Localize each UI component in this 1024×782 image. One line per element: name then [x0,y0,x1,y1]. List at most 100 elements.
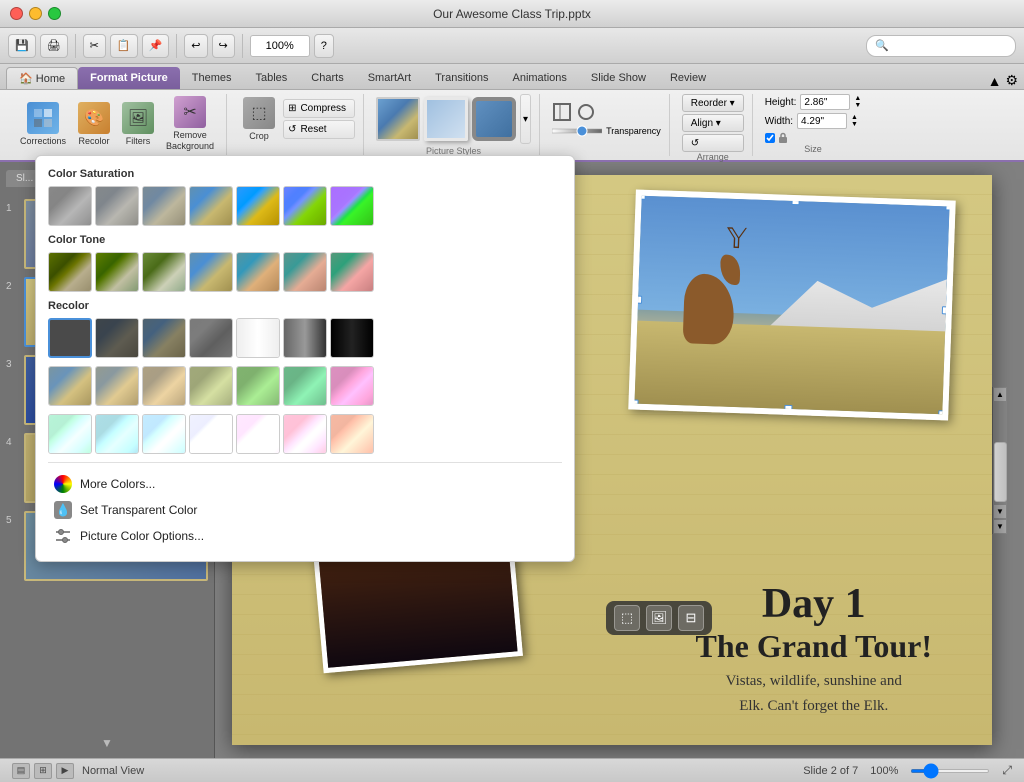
remove-background-button[interactable]: ✂ RemoveBackground [162,94,218,154]
more-colors-item[interactable]: More Colors... [48,471,562,497]
tab-home[interactable]: 🏠 Home [6,67,78,89]
vertical-scrollbar[interactable]: ▲ ▼ ▼ [992,387,1007,534]
tone-swatch-1[interactable] [95,252,139,292]
lock-ratio-checkbox[interactable] [765,133,775,143]
compress-button[interactable]: ⊞ Compress [283,99,355,118]
saturation-swatch-3[interactable] [189,186,233,226]
reorder-button[interactable]: Reorder ▾ [682,94,744,112]
set-transparent-item[interactable]: 💧 Set Transparent Color [48,497,562,523]
tab-review[interactable]: Review [658,67,718,89]
close-button[interactable] [10,7,23,20]
filters-button[interactable]: 🖼 Filters [118,100,158,148]
handle-tr[interactable] [945,202,953,210]
tab-smartart[interactable]: SmartArt [356,67,423,89]
recolor-swatch-original[interactable] [48,318,92,358]
height-stepper[interactable]: ▲ ▼ [854,95,861,109]
recolor-swatch-b1[interactable] [48,366,92,406]
align-button[interactable]: Align ▾ [682,114,744,132]
picture-color-options-item[interactable]: Picture Color Options... [48,523,562,549]
tone-swatch-4[interactable] [236,252,280,292]
recolor-swatch-b6[interactable] [283,366,327,406]
saturation-swatch-2[interactable] [142,186,186,226]
save-button[interactable]: 💾 [8,34,36,58]
recolor-button[interactable]: 🎨 Recolor [74,100,114,148]
rotate-button[interactable]: ↺ [682,134,744,152]
maximize-button[interactable] [48,7,61,20]
recolor-swatch-b5[interactable] [236,366,280,406]
recolor-swatch-5[interactable] [283,318,327,358]
handle-bl[interactable] [630,399,638,407]
recolor-swatch-4[interactable] [236,318,280,358]
zoom-input[interactable]: 100% [250,35,310,57]
canvas-tb-btn-1[interactable]: ⬚ [614,605,640,631]
tab-animations[interactable]: Animations [501,67,579,89]
recolor-swatch-3[interactable] [189,318,233,358]
search-input[interactable] [866,35,1016,57]
recolor-swatch-c7[interactable] [330,414,374,454]
recolor-swatch-b2[interactable] [95,366,139,406]
more-styles-button[interactable]: ▾ [520,94,531,144]
zoom-slider[interactable] [910,769,990,773]
presenter-view-button[interactable]: ▶ [56,763,74,779]
fit-window-button[interactable]: ⤢ [1002,763,1012,778]
redo-button[interactable]: ↪ [212,34,235,58]
window-controls[interactable] [10,7,61,20]
recolor-swatch-c2[interactable] [95,414,139,454]
saturation-swatch-6[interactable] [330,186,374,226]
copy-button[interactable]: 📋 [110,34,138,58]
help-button[interactable]: ? [314,34,334,58]
corrections-button[interactable]: Corrections [16,100,70,148]
tone-swatch-6[interactable] [330,252,374,292]
slide-day-text[interactable]: Day 1 [695,580,932,628]
width-stepper[interactable]: ▲ ▼ [851,114,858,128]
saturation-swatch-4[interactable] [236,186,280,226]
print-button[interactable]: 🖨 [40,34,68,58]
elk-photo[interactable]: 𝕐 [628,189,955,420]
paste-button[interactable]: 📌 [142,34,170,58]
scroll-up-arrow[interactable]: ▲ [993,387,1007,402]
reset-button[interactable]: ↺ Reset [283,120,355,139]
slide-panel-scroll-down[interactable]: ▼ [6,736,208,750]
scroll-down-arrow-1[interactable]: ▼ [993,504,1007,519]
tab-slideshow[interactable]: Slide Show [579,67,658,89]
recolor-swatch-2[interactable] [142,318,186,358]
style-3[interactable] [472,97,516,141]
tone-swatch-5[interactable] [283,252,327,292]
scroll-thumb[interactable] [994,442,1007,502]
canvas-tb-btn-3[interactable]: ⊟ [678,605,704,631]
height-input[interactable] [800,94,850,110]
tab-tables[interactable]: Tables [244,67,300,89]
scroll-down-arrow-2[interactable]: ▼ [993,519,1007,534]
recolor-swatch-b4[interactable] [189,366,233,406]
recolor-swatch-c1[interactable] [48,414,92,454]
saturation-swatch-1[interactable] [95,186,139,226]
collapse-ribbon-button[interactable]: ▲ [988,73,1002,89]
minimize-button[interactable] [29,7,42,20]
slide-subtitle[interactable]: The Grand Tour! [695,628,932,665]
cut-button[interactable]: ✂ [83,34,106,58]
handle-br[interactable] [938,410,946,418]
tone-swatch-3[interactable] [189,252,233,292]
recolor-swatch-b3[interactable] [142,366,186,406]
handle-mr[interactable] [942,306,950,314]
saturation-swatch-5[interactable] [283,186,327,226]
tab-charts[interactable]: Charts [299,67,355,89]
recolor-swatch-c4[interactable] [189,414,233,454]
style-1[interactable] [376,97,420,141]
ribbon-options-button[interactable]: ⚙ [1005,72,1018,89]
tab-format-picture[interactable]: Format Picture [78,67,180,89]
recolor-swatch-6[interactable] [330,318,374,358]
undo-button[interactable]: ↩ [184,34,207,58]
canvas-tb-btn-2[interactable]: 🖼 [646,605,672,631]
saturation-swatch-0[interactable] [48,186,92,226]
recolor-swatch-b7[interactable] [330,366,374,406]
handle-bc[interactable] [784,405,792,413]
handle-tl[interactable] [638,192,646,200]
style-2[interactable] [424,97,468,141]
crop-button[interactable]: ⬚ Crop [239,95,279,143]
recolor-swatch-c6[interactable] [283,414,327,454]
normal-view-button[interactable]: ▤ [12,763,30,779]
tone-swatch-0[interactable] [48,252,92,292]
grid-view-button[interactable]: ⊞ [34,763,52,779]
tab-themes[interactable]: Themes [180,67,244,89]
